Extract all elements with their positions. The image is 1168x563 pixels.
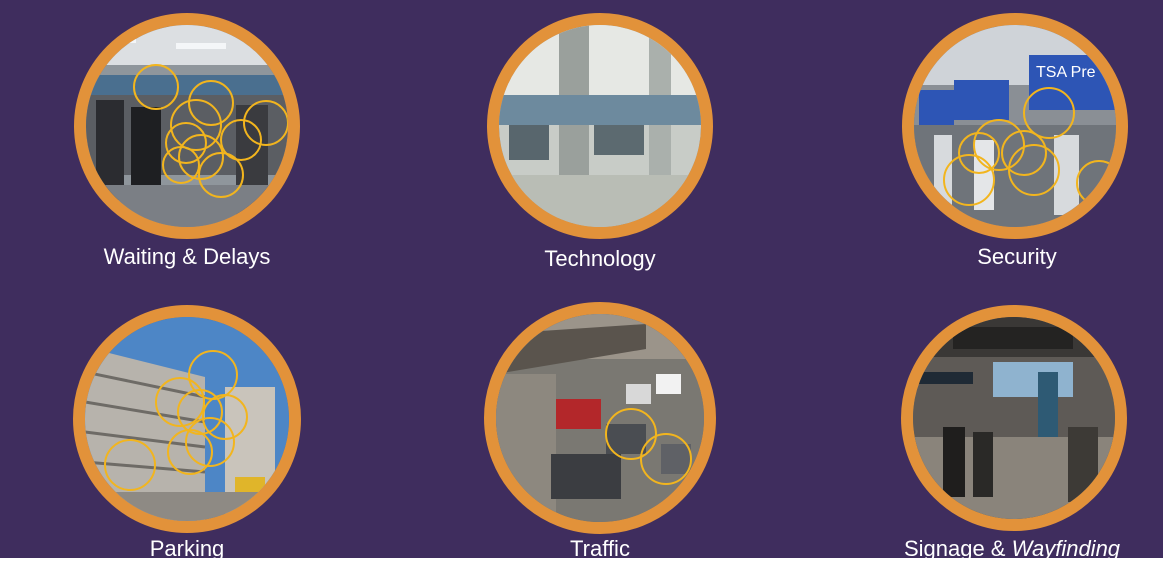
parking-photo [73, 305, 301, 533]
waiting-delays-photo [74, 13, 300, 239]
signage-wayfinding-photo [901, 305, 1127, 531]
tsa-sign-text: TSA Pre [1036, 64, 1096, 81]
traffic-label: Traffic [570, 536, 630, 561]
slide-background: Waiting & Delays Technology TSA Pre Secu… [0, 0, 1168, 563]
signage-wayfinding-label: Signage & Wayfinding [904, 536, 1120, 562]
parking-label: Parking [149, 536, 225, 561]
security-label: Security [977, 244, 1057, 269]
technology-photo [487, 13, 713, 239]
wayfinding-label-text: Wayfinding [1011, 536, 1121, 561]
technology-label: Technology [544, 246, 656, 271]
security-photo: TSA Pre [902, 13, 1128, 239]
signage-label-text: Signage & [903, 536, 1012, 561]
traffic-photo [484, 302, 716, 534]
waiting-delays-label: Waiting & Delays [103, 244, 271, 269]
